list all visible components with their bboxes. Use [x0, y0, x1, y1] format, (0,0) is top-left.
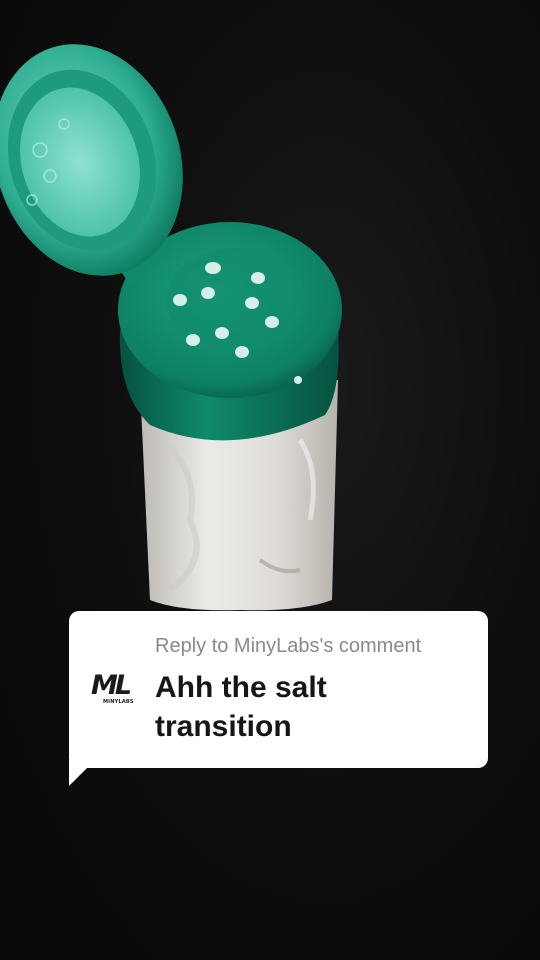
comment-text: Ahh the salt transition	[155, 671, 327, 743]
reply-comment-card[interactable]: Reply to MinyLabs's comment ML MINYLABS …	[69, 611, 488, 768]
commenter-avatar[interactable]: ML MINYLABS	[91, 671, 135, 711]
avatar-logo-text: ML	[91, 670, 132, 701]
reply-heading: Reply to MinyLabs's comment	[155, 635, 422, 657]
avatar-logo-subtext: MINYLABS	[103, 699, 134, 705]
video-frame[interactable]: Reply to MinyLabs's comment ML MINYLABS …	[0, 0, 540, 960]
salt-shaker-photo	[0, 44, 342, 611]
